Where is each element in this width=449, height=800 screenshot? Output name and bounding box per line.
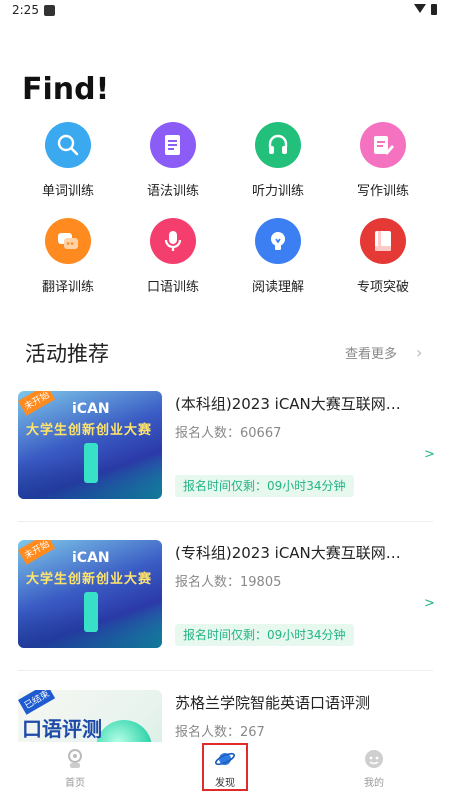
- thumbnail-heading: 大学生创新创业大赛: [26, 572, 153, 587]
- card-signup-count: 报名人数：60667: [175, 426, 282, 441]
- status-bar: 2:25: [0, 0, 449, 22]
- status-badge: 已结束: [18, 690, 56, 715]
- search-icon: [45, 122, 91, 168]
- edit-icon: [360, 122, 406, 168]
- chat-icon: [45, 218, 91, 264]
- divider: [18, 521, 433, 522]
- grid-item-writing[interactable]: 写作训练: [333, 122, 433, 199]
- card-signup-count: 报名人数：267: [175, 725, 265, 740]
- section-title: 活动推荐: [25, 342, 109, 366]
- thumbnail-heading: 大学生创新创业大赛: [26, 423, 153, 438]
- grid-item-reading[interactable]: 阅读理解: [228, 218, 328, 295]
- grid-label: 专项突破: [356, 280, 409, 295]
- card-time-remaining: 报名时间仅剩：09小时34分钟: [175, 624, 354, 646]
- headphones-icon: [255, 122, 301, 168]
- nav-home[interactable]: 首页: [45, 748, 105, 789]
- grid-label: 阅读理解: [251, 280, 304, 295]
- grid-label: 口语训练: [146, 280, 199, 295]
- card-title: 苏格兰学院智能英语口语评测: [175, 694, 371, 712]
- grid-item-special[interactable]: 专项突破: [333, 218, 433, 295]
- profile-icon: [363, 748, 385, 770]
- grid-label: 单词训练: [41, 184, 94, 199]
- card-signup-count: 报名人数：19805: [175, 575, 282, 590]
- grid-label: 语法训练: [146, 184, 199, 199]
- grid-item-translation[interactable]: 翻译训练: [18, 218, 118, 295]
- grid-item-grammar[interactable]: 语法训练: [123, 122, 223, 199]
- status-time: 2:25: [12, 3, 39, 17]
- grid-label: 听力训练: [251, 184, 304, 199]
- bottom-nav: 首页 发现 我的: [0, 742, 449, 800]
- document-icon: [150, 122, 196, 168]
- card-title: (本科组)2023 iCAN大赛互联网…: [175, 395, 401, 413]
- thumbnail-tower: [84, 443, 98, 483]
- grid-item-vocabulary[interactable]: 单词训练: [18, 122, 118, 199]
- nav-label: 我的: [364, 778, 384, 789]
- active-tab-highlight: [202, 743, 248, 791]
- activity-thumbnail: 未开始 iCAN 大学生创新创业大赛: [18, 391, 162, 499]
- grid-label: 写作训练: [356, 184, 409, 199]
- arrow-right-icon[interactable]: >: [424, 596, 435, 611]
- status-badge: 未开始: [18, 540, 56, 565]
- thumbnail-brand: iCAN: [72, 401, 110, 417]
- nav-label: 首页: [65, 778, 85, 789]
- grid-item-speaking[interactable]: 口语训练: [123, 218, 223, 295]
- activity-card[interactable]: 未开始 iCAN 大学生创新创业大赛 (专科组)2023 iCAN大赛互联网… …: [18, 540, 435, 671]
- activity-card[interactable]: 未开始 iCAN 大学生创新创业大赛 (本科组)2023 iCAN大赛互联网… …: [18, 391, 435, 522]
- card-title: (专科组)2023 iCAN大赛互联网…: [175, 544, 401, 562]
- home-icon: [64, 748, 86, 770]
- arrow-right-icon[interactable]: >: [424, 447, 435, 462]
- notification-icon: [44, 5, 55, 16]
- nav-profile[interactable]: 我的: [344, 748, 404, 789]
- status-badge: 未开始: [18, 391, 56, 416]
- see-more-link[interactable]: 查看更多: [345, 343, 397, 362]
- page-title: Find!: [22, 72, 110, 107]
- thumbnail-tower: [84, 592, 98, 632]
- book-icon: [360, 218, 406, 264]
- grid-item-listening[interactable]: 听力训练: [228, 122, 328, 199]
- wifi-icon: [414, 4, 426, 13]
- divider: [18, 670, 433, 671]
- thumbnail-text: 口语评测: [22, 717, 102, 741]
- chevron-right-icon[interactable]: ›: [416, 343, 422, 362]
- grid-label: 翻译训练: [41, 280, 94, 295]
- microphone-icon: [150, 218, 196, 264]
- activity-thumbnail: 未开始 iCAN 大学生创新创业大赛: [18, 540, 162, 648]
- thumbnail-brand: iCAN: [72, 550, 110, 566]
- lightbulb-icon: [255, 218, 301, 264]
- battery-icon: [431, 4, 437, 15]
- card-time-remaining: 报名时间仅剩：09小时34分钟: [175, 475, 354, 497]
